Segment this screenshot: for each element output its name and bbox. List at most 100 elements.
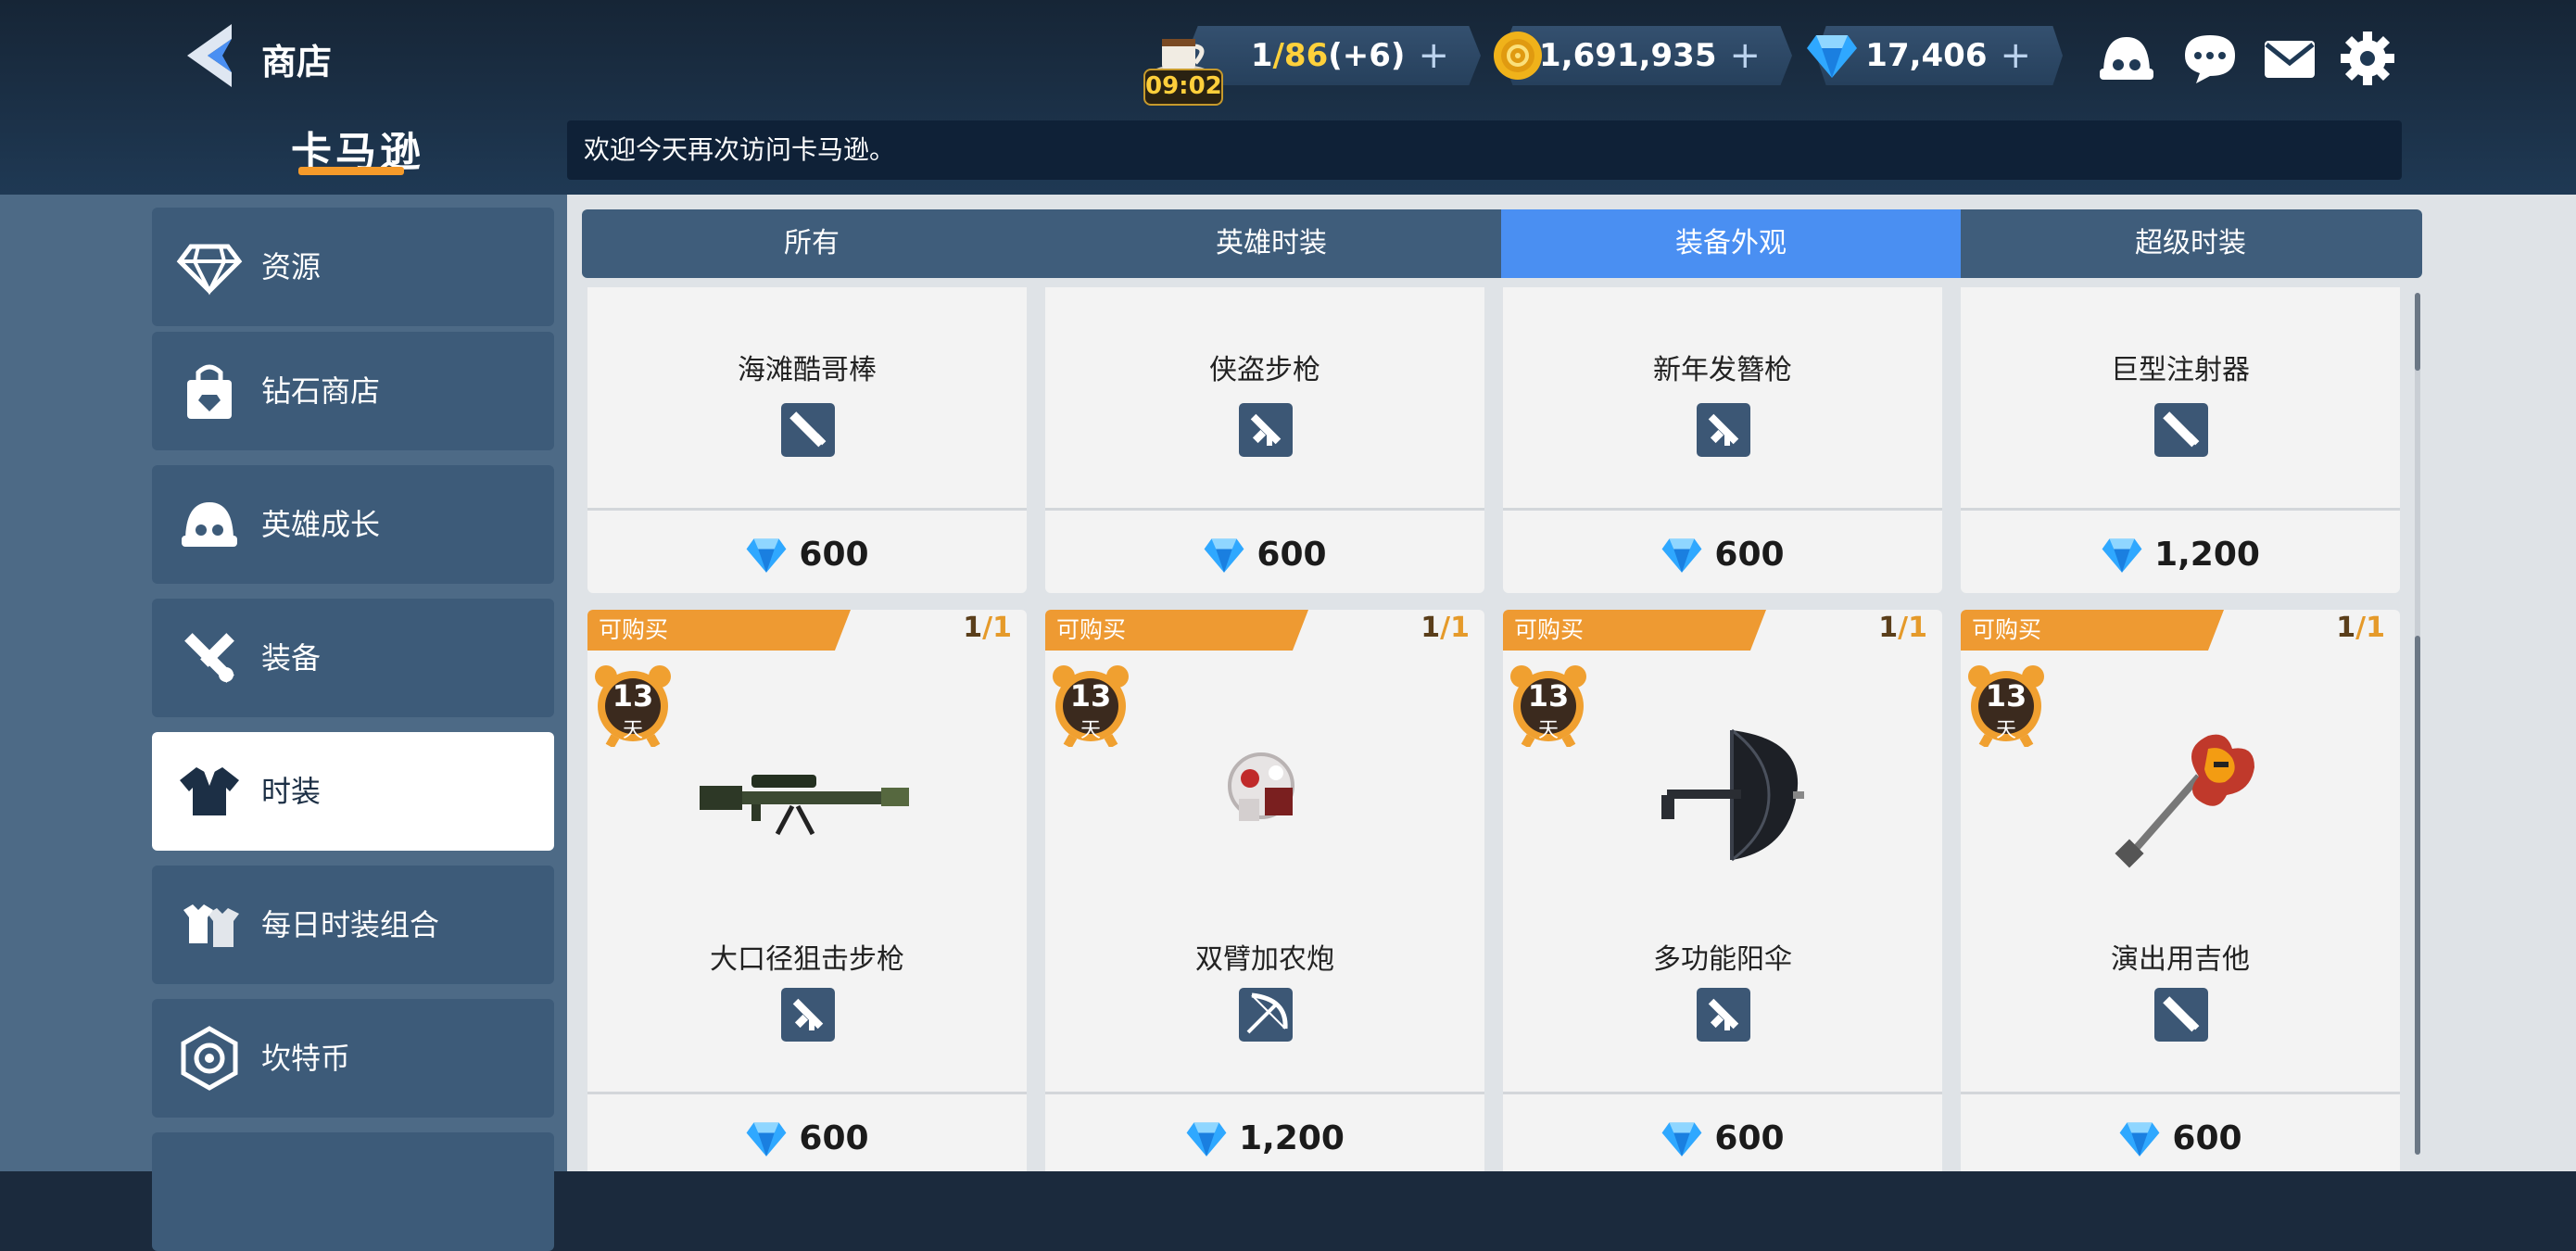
item-name: 双臂加农炮: [1195, 943, 1334, 976]
item-price: 600: [799, 535, 869, 574]
welcome-message: 欢迎今天再次访问卡马逊。: [567, 120, 2402, 180]
price-button[interactable]: 600: [1961, 1101, 2400, 1171]
price-button[interactable]: 600: [587, 1101, 1027, 1171]
sidebar-item-label: 每日时装组合: [261, 907, 440, 942]
purchasable-badge: 可购买: [1961, 610, 2224, 651]
item-name: 大口径狙击步枪: [710, 943, 904, 976]
shop-item-card[interactable]: 侠盗步枪 600: [1045, 287, 1484, 593]
card-divider: [1503, 508, 1942, 511]
tab-super-costume[interactable]: 超级时装: [1961, 209, 2420, 278]
gem-icon: [747, 1122, 787, 1156]
item-name: 侠盗步枪: [1209, 354, 1320, 386]
shop-item-card[interactable]: 海滩酷哥棒 600: [587, 287, 1027, 593]
days-remaining: 13: [1069, 678, 1112, 714]
chat-icon[interactable]: [2179, 28, 2241, 89]
item-type-badge: [1239, 988, 1293, 1042]
item-price: 600: [799, 1118, 869, 1157]
sidebar-item-hero-growth[interactable]: 英雄成长: [152, 465, 554, 584]
gem-icon: [2120, 1122, 2160, 1156]
days-remaining: 13: [1527, 678, 1570, 714]
scrollbar-thumb[interactable]: [2415, 293, 2420, 371]
item-type-badge: [1697, 988, 1750, 1042]
alarm-clock-icon: 13 天: [1051, 662, 1130, 749]
alarm-clock-icon: 13 天: [593, 662, 673, 749]
top-bar: 商店 卡马逊 1/86(+6) + 09:02 1,691,935 + 17,4…: [0, 0, 2576, 195]
sidebar-item-diamond-shop[interactable]: 钻石商店: [152, 332, 554, 450]
bow-icon: [1246, 992, 1288, 1034]
card-divider: [1961, 508, 2400, 511]
gun-icon: [792, 998, 824, 1030]
price-button[interactable]: 600: [1503, 517, 1942, 591]
card-divider: [587, 508, 1027, 511]
shop-item-card[interactable]: 可购买 1/1 13 天 双臂加农炮 1,200: [1045, 610, 1484, 1171]
sidebar-item-more[interactable]: [152, 1132, 554, 1251]
electric-guitar-icon: [2115, 734, 2254, 868]
shop-item-card[interactable]: 可购买 1/1 13 天 演出用吉他 600: [1961, 610, 2400, 1171]
price-button[interactable]: 1,200: [1045, 1101, 1484, 1171]
price-button[interactable]: 600: [587, 517, 1027, 591]
item-name: 多功能阳伞: [1653, 943, 1792, 976]
stamina-counter: 1/86(+6) +: [1186, 26, 1481, 85]
price-button[interactable]: 600: [1503, 1101, 1942, 1171]
shop-item-card[interactable]: 可购买 1/1 13 天 多功能阳伞 600: [1503, 610, 1942, 1171]
item-price: 600: [1256, 535, 1327, 574]
purchasable-badge: 可购买: [587, 610, 851, 651]
add-stamina-button[interactable]: +: [1418, 37, 1449, 74]
diamond-icon: [176, 244, 243, 296]
item-type-badge: [2154, 403, 2208, 457]
arm-cannon-icon: [1228, 752, 1294, 821]
gem-icon: [1186, 1122, 1227, 1156]
shop-item-card[interactable]: 可购买 1/1 13 天 大口径狙击步枪 600: [587, 610, 1027, 1171]
card-divider: [1503, 1092, 1942, 1094]
costume-set-icon: [183, 904, 239, 947]
sidebar-item-kant-coin[interactable]: 坎特币: [152, 999, 554, 1118]
scrollbar-thumb-lower[interactable]: [2415, 636, 2420, 1155]
shop-item-card[interactable]: 巨型注射器 1,200: [1961, 287, 2400, 593]
sidebar-item-equipment[interactable]: 装备: [152, 599, 554, 717]
day-unit: 天: [1995, 719, 2016, 742]
gem-icon: [747, 538, 787, 573]
hero-helmet-icon[interactable]: [2096, 28, 2157, 89]
add-gems-button[interactable]: +: [2000, 37, 2031, 74]
price-button[interactable]: 1,200: [1961, 517, 2400, 591]
gold-coin-icon: [1494, 32, 1542, 80]
price-button[interactable]: 600: [1045, 517, 1484, 591]
item-type-badge: [781, 403, 835, 457]
day-unit: 天: [622, 719, 643, 742]
sidebar-item-costume[interactable]: 时装: [152, 732, 554, 851]
sidebar-item-label: 钻石商店: [261, 373, 381, 409]
item-type-badge: [2154, 988, 2208, 1042]
card-divider: [1961, 1092, 2400, 1094]
page-title: 商店: [261, 42, 333, 82]
back-button[interactable]: [178, 20, 245, 91]
category-sidebar: 资源 钻石商店 英雄成长 装备 时装 每日时装组合 坎特币: [0, 195, 567, 1251]
item-name: 新年发簪枪: [1653, 354, 1792, 386]
melee-weapon-icon: [789, 411, 827, 448]
purchase-limit: 1/1: [963, 612, 1012, 644]
add-gold-button[interactable]: +: [1729, 37, 1761, 74]
settings-gear-icon[interactable]: [2337, 28, 2398, 89]
sidebar-item-label: 坎特币: [261, 1041, 351, 1076]
gem-icon: [1205, 538, 1244, 573]
day-unit: 天: [1080, 719, 1101, 742]
purchase-limit: 1/1: [2336, 612, 2385, 644]
card-divider: [587, 1092, 1027, 1094]
sidebar-item-daily-costume-set[interactable]: 每日时装组合: [152, 866, 554, 984]
gem-amount: 17,406: [1865, 37, 1988, 74]
mail-icon[interactable]: [2259, 28, 2320, 89]
scrollbar[interactable]: [2415, 293, 2420, 1155]
hero-icon: [182, 502, 237, 547]
item-name: 巨型注射器: [2111, 354, 2250, 386]
gem-icon: [1662, 538, 1702, 573]
days-remaining: 13: [1985, 678, 2027, 714]
shop-item-card[interactable]: 新年发簪枪 600: [1503, 287, 1942, 593]
sidebar-item-label: 资源: [261, 249, 322, 284]
item-grid: 海滩酷哥棒 600 侠盗步枪 600 新年发簪枪 600 巨型注射器 1,200…: [567, 287, 2420, 1171]
tab-hero-costume[interactable]: 英雄时装: [1042, 209, 1501, 278]
alarm-clock-icon: 13 天: [1509, 662, 1588, 749]
sidebar-item-resources[interactable]: 资源: [152, 208, 554, 326]
tab-equipment-skin[interactable]: 装备外观: [1501, 209, 1961, 278]
item-name: 演出用吉他: [2111, 943, 2250, 976]
tab-all[interactable]: 所有: [582, 209, 1042, 278]
item-price: 600: [1714, 1118, 1785, 1157]
